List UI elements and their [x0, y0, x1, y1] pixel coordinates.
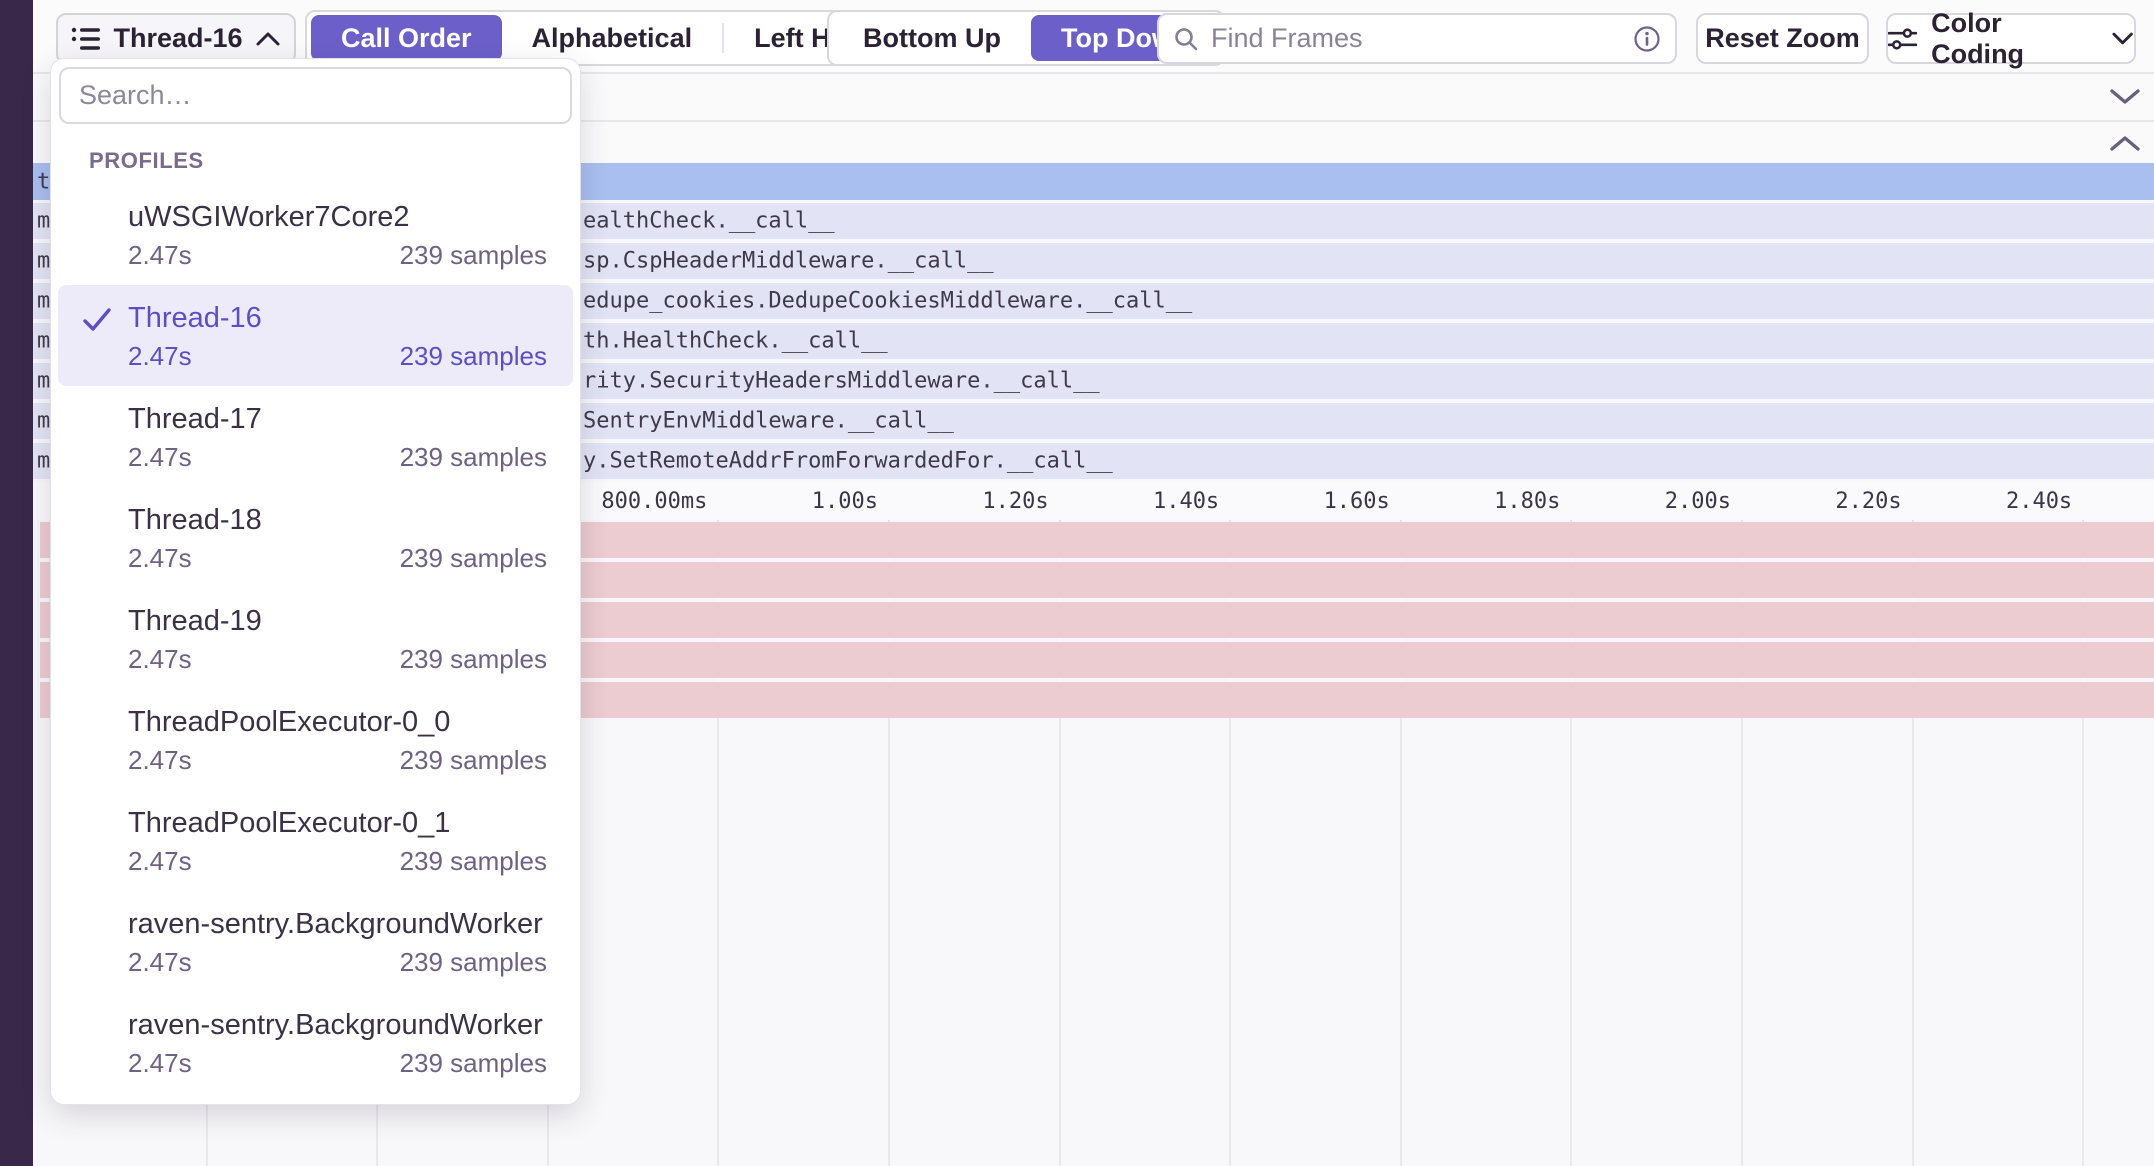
frame-label: y.SetRemoteAddrFromForwardedFor.__call__ — [583, 449, 1113, 474]
profile-duration: 2.47s — [128, 947, 192, 977]
axis-tick-label: 1.40s — [1059, 489, 1219, 515]
frame-left-fragment: m — [37, 329, 50, 354]
chevron-down-icon — [2111, 31, 2134, 46]
gridline — [2082, 718, 2084, 1166]
segment-call-order[interactable]: Call Order — [311, 15, 502, 61]
list-icon — [71, 26, 101, 52]
segment-bottom-up[interactable]: Bottom Up — [833, 15, 1031, 61]
profile-name: Thread-16 — [128, 300, 547, 336]
frame-label: th.HealthCheck.__call__ — [583, 329, 888, 354]
frame-label: SentryEnvMiddleware.__call__ — [583, 409, 954, 434]
segment-alphabetical[interactable]: Alphabetical — [502, 15, 723, 61]
reset-zoom-button[interactable]: Reset Zoom — [1696, 13, 1869, 64]
profile-sample-count: 239 samples — [400, 745, 547, 775]
frame-label: rity.SecurityHeadersMiddleware.__call__ — [583, 369, 1100, 394]
chevron-up-icon[interactable] — [2108, 133, 2142, 153]
frame-left-fragment: m — [37, 369, 50, 394]
gridline — [888, 718, 890, 1166]
profile-sample-count: 239 samples — [400, 341, 547, 371]
profile-list-item[interactable]: Thread-17 2.47s 239 samples — [58, 386, 573, 487]
profile-duration: 2.47s — [128, 543, 192, 573]
thread-selector-label: Thread-16 — [113, 23, 242, 54]
info-icon[interactable] — [1633, 25, 1661, 53]
chevron-up-icon — [255, 31, 281, 47]
root-frame-label: t — [37, 169, 50, 194]
profile-duration: 2.47s — [128, 745, 192, 775]
frame-left-fragment: m — [37, 449, 50, 474]
profile-list-item[interactable]: raven-sentry.BackgroundWorker 2.47s 239 … — [58, 992, 573, 1093]
profile-sample-count: 239 samples — [400, 1048, 547, 1078]
frame-left-fragment: m — [37, 409, 50, 434]
color-coding-label: Color Coding — [1931, 8, 2097, 70]
check-icon — [82, 307, 112, 333]
frame-left-fragment: m — [37, 209, 50, 234]
gridline — [1400, 718, 1402, 1166]
profile-name: Thread-17 — [128, 401, 547, 437]
profile-name: Thread-18 — [128, 502, 547, 538]
gridline — [1229, 718, 1231, 1166]
axis-tick-label: 2.20s — [1742, 489, 1902, 515]
gridline — [1059, 718, 1061, 1166]
profile-duration: 2.47s — [128, 341, 192, 371]
color-coding-button[interactable]: Color Coding — [1886, 13, 2136, 64]
axis-tick-label: 1.00s — [718, 489, 878, 515]
profile-name: Thread-19 — [128, 603, 547, 639]
profile-sample-count: 239 samples — [400, 947, 547, 977]
find-frames-input[interactable] — [1209, 22, 1623, 55]
gridline — [717, 718, 719, 1166]
profile-name: raven-sentry.BackgroundWorker — [128, 906, 547, 942]
profile-name: raven-sentry.BackgroundWorker — [128, 1007, 547, 1043]
axis-tick-label: 2.00s — [1571, 489, 1731, 515]
profile-duration: 2.47s — [128, 846, 192, 876]
profile-duration: 2.47s — [128, 442, 192, 472]
profile-list-item[interactable]: ThreadPoolExecutor-0_0 2.47s 239 samples — [58, 689, 573, 790]
profile-list-item[interactable]: Thread-18 2.47s 239 samples — [58, 487, 573, 588]
gridline — [1741, 718, 1743, 1166]
gridline — [1912, 718, 1914, 1166]
profile-duration: 2.47s — [128, 240, 192, 270]
profile-sample-count: 239 samples — [400, 543, 547, 573]
axis-tick-label: 1.80s — [1400, 489, 1560, 515]
frame-label: edupe_cookies.DedupeCookiesMiddleware.__… — [583, 289, 1192, 314]
axis-tick-label: 1.60s — [1230, 489, 1390, 515]
profile-list-item[interactable]: Thread-16 2.47s 239 samples — [58, 285, 573, 386]
profile-name: uWSGIWorker7Core2 — [128, 199, 547, 235]
profile-list-item[interactable]: ThreadPoolExecutor-0_1 2.47s 239 samples — [58, 790, 573, 891]
frame-left-fragment: m — [37, 289, 50, 314]
profile-list-item[interactable]: raven-sentry.BackgroundWorker 2.47s 239 … — [58, 891, 573, 992]
chevron-down-icon[interactable] — [2108, 86, 2142, 106]
profile-sample-count: 239 samples — [400, 644, 547, 674]
axis-tick-label: 2.40s — [1912, 489, 2072, 515]
profile-sample-count: 239 samples — [400, 442, 547, 472]
dropdown-search-input[interactable] — [77, 79, 554, 112]
profile-name: ThreadPoolExecutor-0_1 — [128, 805, 547, 841]
thread-selector-button[interactable]: Thread-16 — [56, 13, 296, 64]
profiles-dropdown: PROFILES uWSGIWorker7Core2 2.47s 239 sam… — [50, 58, 581, 1105]
profile-duration: 2.47s — [128, 644, 192, 674]
frame-label: ealthCheck.__call__ — [583, 209, 835, 234]
sidebar-strip — [0, 0, 33, 1166]
axis-tick-label: 1.20s — [889, 489, 1049, 515]
search-icon — [1173, 26, 1199, 52]
find-frames-search[interactable] — [1157, 13, 1677, 64]
profile-list-item[interactable]: Thread-19 2.47s 239 samples — [58, 588, 573, 689]
frame-left-fragment: m — [37, 249, 50, 274]
sliders-icon — [1888, 27, 1917, 51]
gridline — [1570, 718, 1572, 1166]
frame-label: sp.CspHeaderMiddleware.__call__ — [583, 249, 994, 274]
profiles-section-label: PROFILES — [89, 148, 580, 174]
profile-sample-count: 239 samples — [400, 846, 547, 876]
profile-name: ThreadPoolExecutor-0_0 — [128, 704, 547, 740]
dropdown-search-field[interactable] — [59, 67, 572, 124]
profile-list-item[interactable]: uWSGIWorker7Core2 2.47s 239 samples — [58, 184, 573, 285]
profile-duration: 2.47s — [128, 1048, 192, 1078]
profile-sample-count: 239 samples — [400, 240, 547, 270]
